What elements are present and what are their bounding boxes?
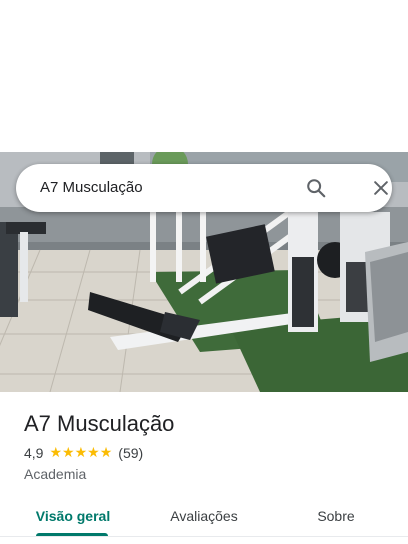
tabs-divider	[0, 536, 408, 537]
close-icon[interactable]	[367, 174, 395, 202]
search-bar[interactable]: A7 Musculação	[16, 164, 392, 212]
star-icon: ★	[87, 445, 100, 461]
rating-row[interactable]: 4,9 ★ ★ ★ ★ ★ (59)	[24, 444, 143, 462]
place-tabs: Visão geral Avaliações Sobre	[0, 496, 408, 536]
place-info: A7 Musculação 4,9 ★ ★ ★ ★ ★ (59) Academi…	[0, 392, 408, 544]
place-category[interactable]: Academia	[24, 465, 86, 483]
star-icon: ★	[99, 445, 113, 461]
place-title: A7 Musculação	[24, 411, 175, 436]
star-icon: ★	[62, 445, 75, 461]
search-query[interactable]: A7 Musculação	[40, 178, 143, 198]
star-icon: ★	[49, 445, 63, 461]
tab-reviews[interactable]: Avaliações	[152, 496, 256, 536]
map-area-blank	[0, 0, 408, 152]
tab-overview[interactable]: Visão geral	[24, 496, 122, 536]
review-count[interactable]: (59)	[118, 445, 143, 461]
star-icon: ★	[74, 445, 88, 461]
search-icon[interactable]	[302, 174, 330, 202]
star-rating: ★ ★ ★ ★ ★	[49, 446, 112, 460]
tab-about[interactable]: Sobre	[296, 496, 376, 536]
place-page: A7 Musculação A7 Musculação 4,9 ★ ★ ★ ★ …	[0, 0, 408, 544]
rating-value: 4,9	[24, 445, 44, 461]
